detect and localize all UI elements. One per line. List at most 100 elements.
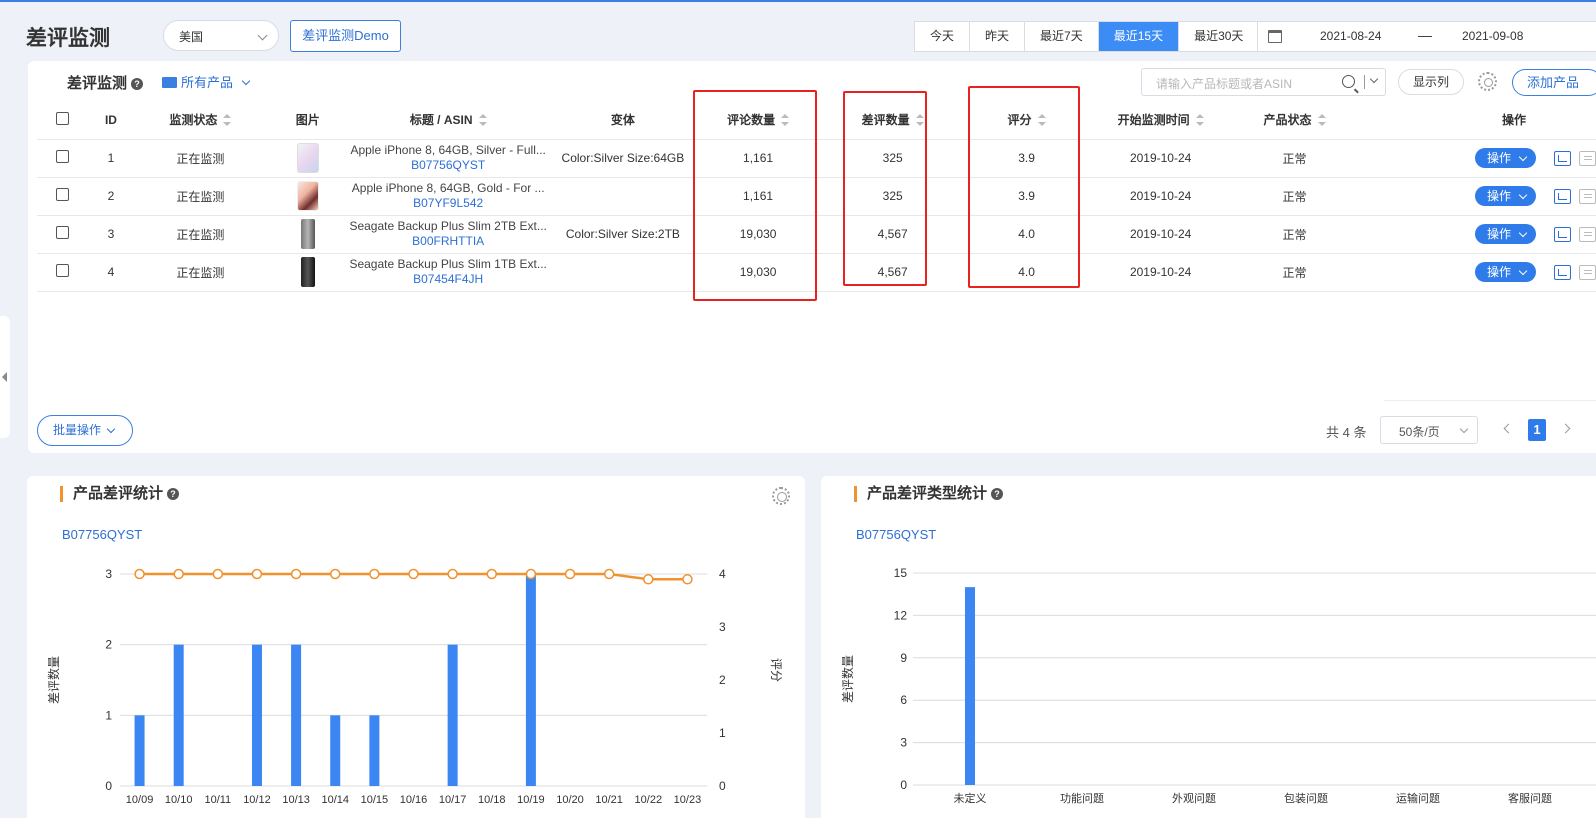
chart-icon[interactable] — [1554, 189, 1571, 205]
bar — [330, 715, 341, 786]
x-tick-label: 客服问题 — [1508, 791, 1552, 805]
page-size-select[interactable]: 50条/页 — [1380, 416, 1478, 444]
row-checkbox[interactable] — [56, 188, 70, 201]
cell-product-status: 正常 — [1235, 177, 1354, 216]
search-icon[interactable] — [1342, 75, 1355, 88]
rating-point — [447, 568, 458, 580]
message-icon[interactable] — [1579, 265, 1596, 281]
monitor-card-title-text: 差评监测 — [67, 75, 128, 92]
negative-stats-card: 产品差评统计? B07756QYST 0 1 2 3 0 1 2 3 4 差评数量 评分 10/09 1… — [27, 476, 805, 818]
message-icon[interactable] — [1579, 227, 1596, 243]
col-product-status[interactable]: 产品状态 — [1235, 101, 1354, 140]
date-tab-today[interactable]: 今天 — [915, 22, 971, 51]
chart-icon[interactable] — [1554, 265, 1571, 281]
x-tick-label: 10/15 — [361, 794, 389, 806]
product-image[interactable] — [296, 181, 319, 211]
sort-icon[interactable] — [478, 114, 487, 127]
rating-point — [525, 568, 537, 580]
x-tick-label: 功能问题 — [1060, 791, 1104, 805]
rating-point — [603, 568, 615, 580]
row-checkbox[interactable] — [56, 226, 70, 239]
calendar-icon — [1268, 30, 1282, 43]
cell-product-status: 正常 — [1235, 139, 1354, 178]
action-dropdown-button[interactable]: 操作 — [1475, 262, 1536, 282]
asin-link[interactable]: B07756QYST — [411, 158, 485, 172]
search-input[interactable]: 请输入产品标题或者ASIN — [1141, 68, 1386, 96]
action-dropdown-button[interactable]: 操作 — [1475, 148, 1536, 168]
prev-page-icon[interactable] — [1503, 423, 1514, 434]
negative-trend-chart: 0 1 2 3 0 1 2 3 4 差评数量 评分 10/09 10/10 10/11 10/12 10/13… — [46, 567, 783, 806]
row-checkbox[interactable] — [56, 264, 70, 277]
cell-image — [267, 215, 349, 254]
y-tick-label: 12 — [894, 608, 908, 622]
rating-point — [134, 568, 145, 580]
y-axis-label: 差评数量 — [46, 656, 61, 704]
demo-button[interactable]: 差评监测Demo — [290, 20, 401, 52]
row-checkbox[interactable] — [56, 150, 70, 163]
cell-status: 正在监测 — [133, 253, 268, 292]
highlight-reviews-column — [693, 90, 817, 301]
rating-point — [173, 568, 184, 580]
select-all-header — [37, 101, 89, 140]
sort-icon[interactable] — [223, 114, 232, 127]
rating-point — [486, 568, 498, 580]
date-tab-15days[interactable]: 最近15天 — [1098, 22, 1180, 51]
cell-status: 正在监测 — [133, 215, 268, 254]
cell-image — [267, 253, 349, 292]
bar — [134, 715, 145, 786]
country-select[interactable]: 美国 — [163, 20, 279, 51]
product-filter-label: 所有产品 — [181, 75, 234, 90]
cell-start-time: 2019-10-24 — [1086, 177, 1236, 216]
gear-icon[interactable] — [1478, 72, 1497, 91]
select-all-checkbox[interactable] — [56, 111, 70, 125]
col-status[interactable]: 监测状态 — [133, 101, 268, 140]
x-tick-label: 10/17 — [439, 794, 467, 806]
end-date[interactable]: 2021-09-08 — [1462, 29, 1523, 43]
page-number-current[interactable]: 1 — [1528, 419, 1546, 441]
date-tab-yesterday[interactable]: 昨天 — [970, 22, 1026, 51]
product-image[interactable] — [300, 257, 315, 287]
cell-status: 正在监测 — [133, 139, 268, 178]
next-page-icon[interactable] — [1560, 423, 1571, 434]
x-tick-label: 10/19 — [517, 794, 545, 806]
show-columns-button[interactable]: 显示列 — [1398, 69, 1464, 95]
start-date[interactable]: 2021-08-24 — [1320, 29, 1381, 43]
add-product-button[interactable]: 添加产品 — [1512, 69, 1596, 96]
chart-icon[interactable] — [1554, 151, 1571, 167]
negative-type-card: 产品差评类型统计? B07756QYST 0 3 6 9 12 15 差评数量 未定义 功能问题… — [821, 476, 1596, 818]
message-icon[interactable] — [1579, 189, 1596, 205]
product-image[interactable] — [300, 219, 315, 249]
date-tab-30days[interactable]: 最近30天 — [1179, 22, 1258, 51]
asin-link[interactable]: B00FRHTTIA — [412, 234, 484, 248]
product-title: Apple iPhone 8, 64GB, Gold - For ... — [351, 181, 545, 195]
asin-link[interactable]: B07YF9L542 — [413, 196, 483, 210]
chart-icon[interactable] — [1554, 227, 1571, 243]
cell-variant: Color:Silver Size:2TB — [548, 215, 698, 254]
sidebar-collapse-handle[interactable] — [0, 316, 10, 438]
chevron-down-icon[interactable] — [1369, 74, 1379, 84]
bar — [173, 644, 184, 786]
product-image[interactable] — [296, 143, 319, 173]
cell-title: Seagate Backup Plus Slim 2TB Ext... B00FR… — [348, 215, 549, 254]
asin-link[interactable]: B07454F4JH — [413, 272, 483, 286]
col-title[interactable]: 标题 / ASIN — [348, 101, 549, 140]
product-filter[interactable]: 所有产品 — [162, 72, 251, 91]
batch-actions-button[interactable]: 批量操作 — [37, 415, 133, 446]
help-icon[interactable]: ? — [131, 78, 144, 90]
date-tab-7days[interactable]: 最近7天 — [1025, 22, 1099, 51]
product-title: Apple iPhone 8, 64GB, Silver - Full... — [350, 143, 546, 157]
y-axis-label: 差评数量 — [840, 655, 855, 703]
action-dropdown-button[interactable]: 操作 — [1475, 224, 1536, 244]
sort-icon[interactable] — [1195, 114, 1204, 127]
date-range-picker[interactable]: 2021-08-24 — 2021-09-08 — [1257, 21, 1596, 52]
col-start-time[interactable]: 开始监测时间 — [1086, 101, 1236, 140]
row-checkbox-cell — [37, 177, 89, 216]
cell-id: 4 — [88, 253, 134, 292]
sort-icon[interactable] — [1317, 114, 1326, 127]
chevron-down-icon — [241, 76, 251, 86]
cell-start-time: 2019-10-24 — [1086, 215, 1236, 254]
action-dropdown-button[interactable]: 操作 — [1475, 186, 1536, 206]
y2-tick-label: 4 — [719, 567, 726, 581]
message-icon[interactable] — [1579, 151, 1596, 167]
y-tick-label: 15 — [894, 566, 908, 580]
